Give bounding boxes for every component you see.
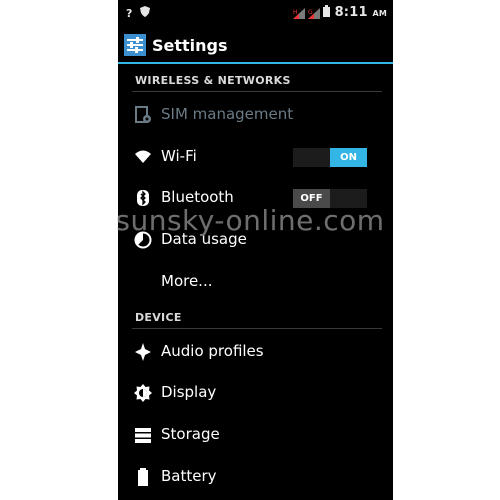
storage-icon <box>134 426 152 444</box>
list-item-sim-management[interactable]: SIM management <box>118 94 393 134</box>
status-time: 8:11 AM <box>334 5 387 20</box>
signal-1-icon: H <box>292 7 305 19</box>
signal-2-icon: G <box>307 7 320 19</box>
list-item-bluetooth[interactable]: Bluetooth OFF <box>118 177 393 217</box>
page-title: Settings <box>152 36 228 55</box>
battery-settings-icon <box>134 468 152 486</box>
sim-icon <box>134 106 152 124</box>
battery-label: Battery <box>161 467 217 485</box>
audio-profiles-icon <box>134 343 152 361</box>
section-header-device: DEVICE <box>135 311 182 324</box>
display-label: Display <box>161 383 217 401</box>
section-divider <box>132 91 382 92</box>
shield-icon <box>140 6 151 20</box>
settings-app-icon[interactable] <box>124 34 146 56</box>
list-item-display[interactable]: Display <box>118 372 393 412</box>
svg-text:H: H <box>293 9 298 16</box>
phone-screen: ? H G 8:11 AM Settings WIRELESS & NETWOR… <box>118 0 393 500</box>
list-item-audio-profiles[interactable]: Audio profiles <box>118 331 393 371</box>
svg-text:G: G <box>308 9 313 16</box>
bluetooth-icon <box>134 189 152 207</box>
data-usage-label: Data usage <box>161 230 247 248</box>
wifi-toggle-state: ON <box>330 148 367 167</box>
wifi-label: Wi-Fi <box>161 147 197 165</box>
bluetooth-label: Bluetooth <box>161 188 234 206</box>
bluetooth-toggle[interactable]: OFF <box>293 189 367 208</box>
status-bar: ? H G 8:11 AM <box>118 0 393 28</box>
list-item-battery[interactable]: Battery <box>118 456 393 496</box>
list-item-wifi[interactable]: Wi-Fi ON <box>118 136 393 176</box>
bluetooth-toggle-state: OFF <box>293 189 330 208</box>
action-bar: Settings <box>118 28 393 64</box>
wifi-icon <box>134 148 152 166</box>
list-item-more[interactable]: More... <box>118 261 393 301</box>
audio-profiles-label: Audio profiles <box>161 342 264 360</box>
section-divider <box>132 328 382 329</box>
section-header-wireless: WIRELESS & NETWORKS <box>135 74 291 87</box>
list-item-storage[interactable]: Storage <box>118 414 393 454</box>
list-item-data-usage[interactable]: Data usage <box>118 219 393 259</box>
sim-management-label: SIM management <box>161 105 294 123</box>
more-label: More... <box>161 272 213 290</box>
wifi-toggle[interactable]: ON <box>293 148 367 167</box>
battery-icon <box>322 5 330 20</box>
storage-label: Storage <box>161 425 220 443</box>
question-icon: ? <box>126 6 133 20</box>
data-usage-icon <box>134 231 152 249</box>
display-icon <box>134 384 152 402</box>
